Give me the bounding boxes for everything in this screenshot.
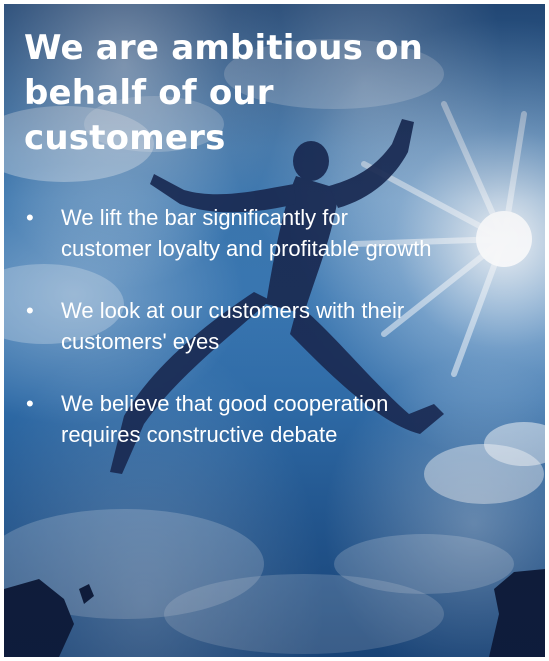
bullet-text: We look at our customers with their cust… [61, 298, 405, 354]
bullet-item: • We believe that good cooperation requi… [24, 388, 434, 450]
slide-frame: We are ambitious on behalf of our custom… [4, 4, 545, 657]
slide-content: We are ambitious on behalf of our custom… [4, 4, 545, 657]
bullet-item: • We lift the bar significantly for cust… [24, 202, 434, 264]
bullet-marker: • [26, 298, 34, 323]
bullet-text: We lift the bar significantly for custom… [61, 205, 432, 261]
bullet-item: • We look at our customers with their cu… [24, 295, 434, 357]
bullet-list: • We lift the bar significantly for cust… [24, 202, 434, 481]
bullet-marker: • [26, 205, 34, 230]
bullet-marker: • [26, 391, 34, 416]
bullet-text: We believe that good cooperation require… [61, 391, 389, 447]
slide-title: We are ambitious on behalf of our custom… [24, 28, 424, 158]
